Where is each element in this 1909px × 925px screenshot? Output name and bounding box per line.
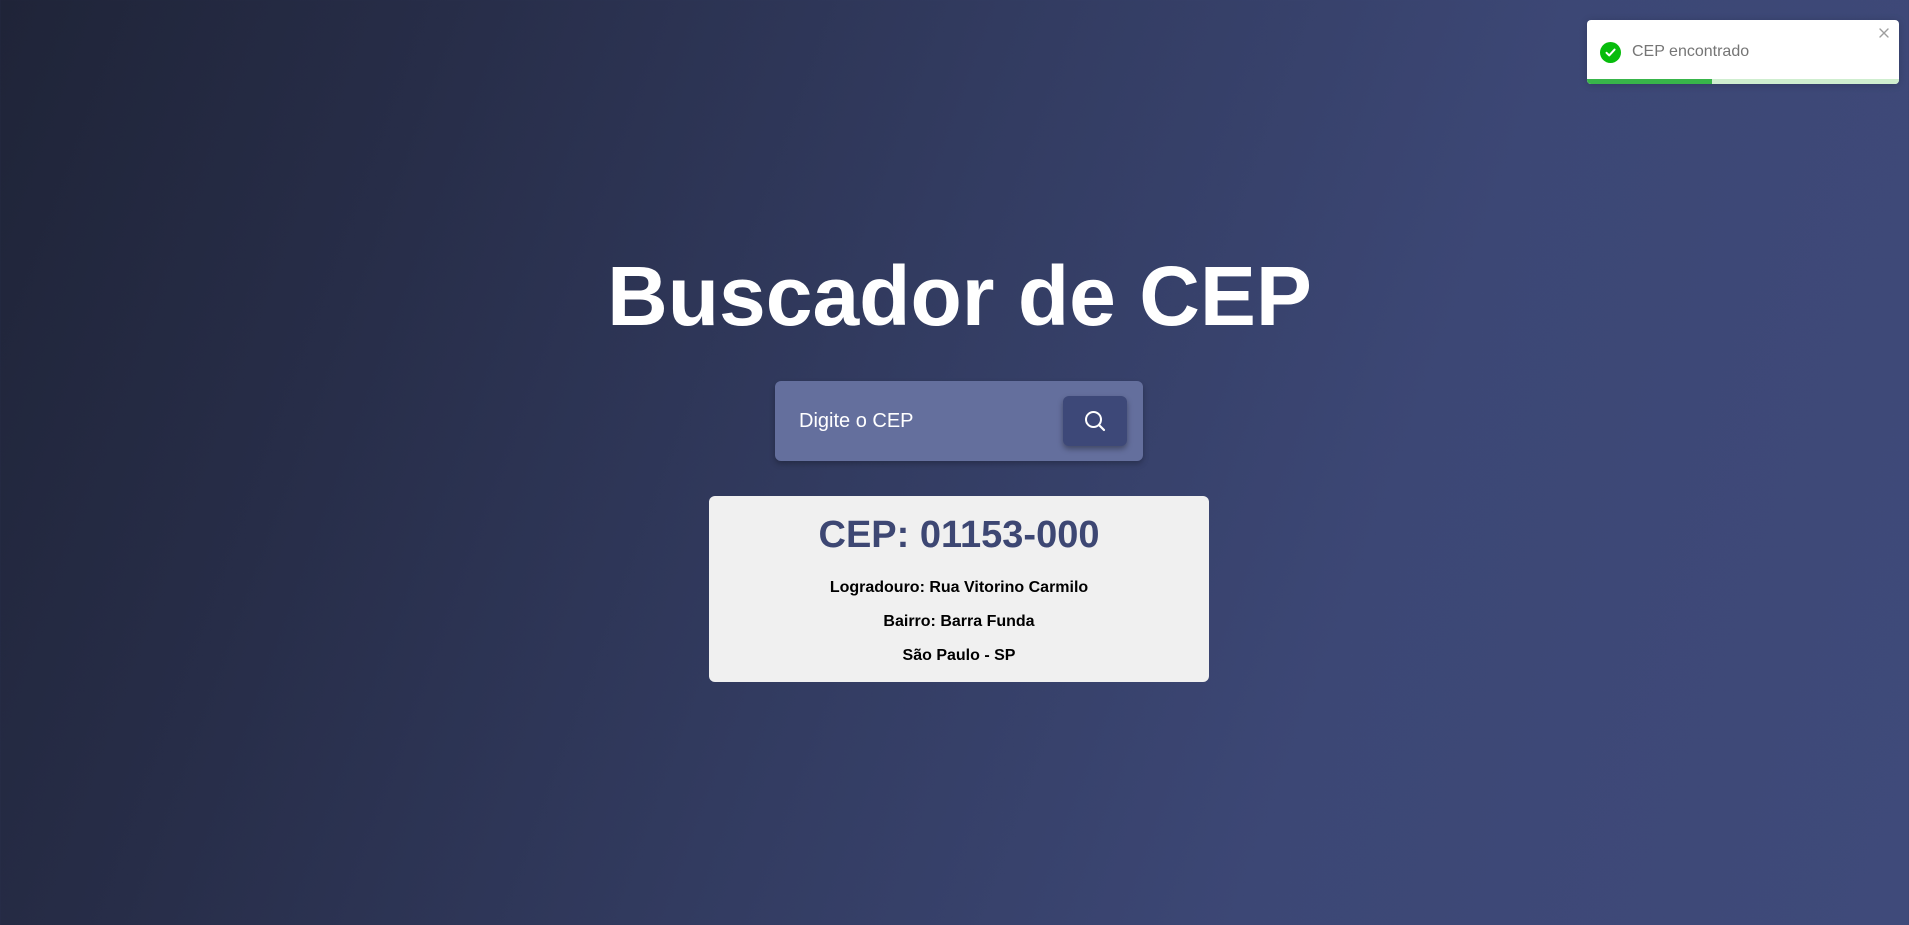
close-icon[interactable] bbox=[1877, 26, 1891, 40]
search-box bbox=[775, 381, 1143, 461]
page-title: Buscador de CEP bbox=[607, 249, 1312, 343]
search-icon bbox=[1083, 409, 1107, 433]
cep-input[interactable] bbox=[799, 403, 1039, 439]
toast-progress-bar bbox=[1587, 79, 1712, 84]
check-circle-icon bbox=[1600, 42, 1621, 63]
result-cep-heading: CEP: 01153-000 bbox=[818, 514, 1100, 556]
result-logradouro: Logradouro: Rua Vitorino Carmilo bbox=[829, 579, 1089, 596]
result-cidade-uf: São Paulo - SP bbox=[902, 647, 1016, 664]
toast-message: CEP encontrado bbox=[1632, 43, 1750, 60]
result-card: CEP: 01153-000 Logradouro: Rua Vitorino … bbox=[709, 496, 1209, 682]
toast-progress-track bbox=[1587, 79, 1899, 84]
result-bairro: Bairro: Barra Funda bbox=[883, 613, 1035, 630]
search-button[interactable] bbox=[1063, 396, 1127, 446]
toast-notification[interactable]: CEP encontrado bbox=[1587, 20, 1899, 84]
